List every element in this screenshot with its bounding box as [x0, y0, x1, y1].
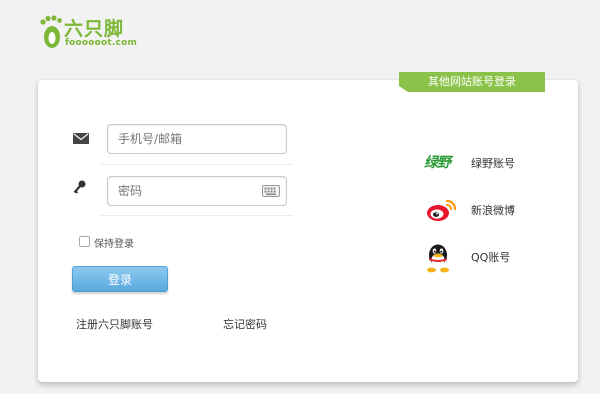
foot-logo-icon	[40, 15, 62, 48]
qq-icon	[427, 244, 449, 273]
lvye-login[interactable]: 绿野 绿野账号	[424, 149, 544, 177]
password-input[interactable]	[107, 176, 287, 206]
login-button[interactable]: 登录	[72, 266, 168, 292]
mail-icon	[73, 133, 89, 144]
key-icon	[73, 180, 86, 194]
weibo-icon	[427, 199, 457, 221]
site-logo[interactable]: 六只脚 foooooot.com	[40, 14, 150, 50]
remember-checkbox[interactable]	[79, 236, 90, 247]
keyboard-icon[interactable]	[262, 185, 280, 197]
lvye-label: 绿野账号	[471, 157, 515, 170]
logo-domain: foooooot.com	[65, 38, 138, 48]
register-link[interactable]: 注册六只脚账号	[76, 316, 153, 332]
qq-login[interactable]: QQ账号	[424, 243, 544, 273]
remember-label[interactable]: 保持登录	[94, 235, 134, 250]
account-input[interactable]	[107, 124, 287, 154]
lvye-icon: 绿野	[424, 155, 451, 171]
weibo-login[interactable]: 新浪微博	[424, 196, 544, 224]
qq-label: QQ账号	[471, 251, 511, 264]
logo-name: 六只脚	[64, 18, 125, 40]
divider	[100, 164, 293, 165]
forgot-password-link[interactable]: 忘记密码	[223, 316, 267, 332]
divider	[100, 215, 293, 216]
weibo-label: 新浪微博	[471, 204, 515, 217]
other-site-login-tag: 其他网站账号登录	[399, 72, 545, 92]
